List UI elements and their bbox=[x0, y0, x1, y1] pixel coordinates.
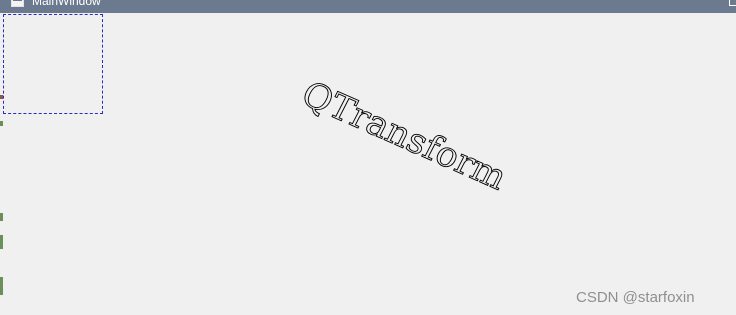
transformed-text: QTransform bbox=[295, 74, 513, 198]
transformed-text-layer: QTransform bbox=[294, 73, 513, 198]
csdn-watermark: CSDN @starfoxin bbox=[576, 289, 695, 306]
